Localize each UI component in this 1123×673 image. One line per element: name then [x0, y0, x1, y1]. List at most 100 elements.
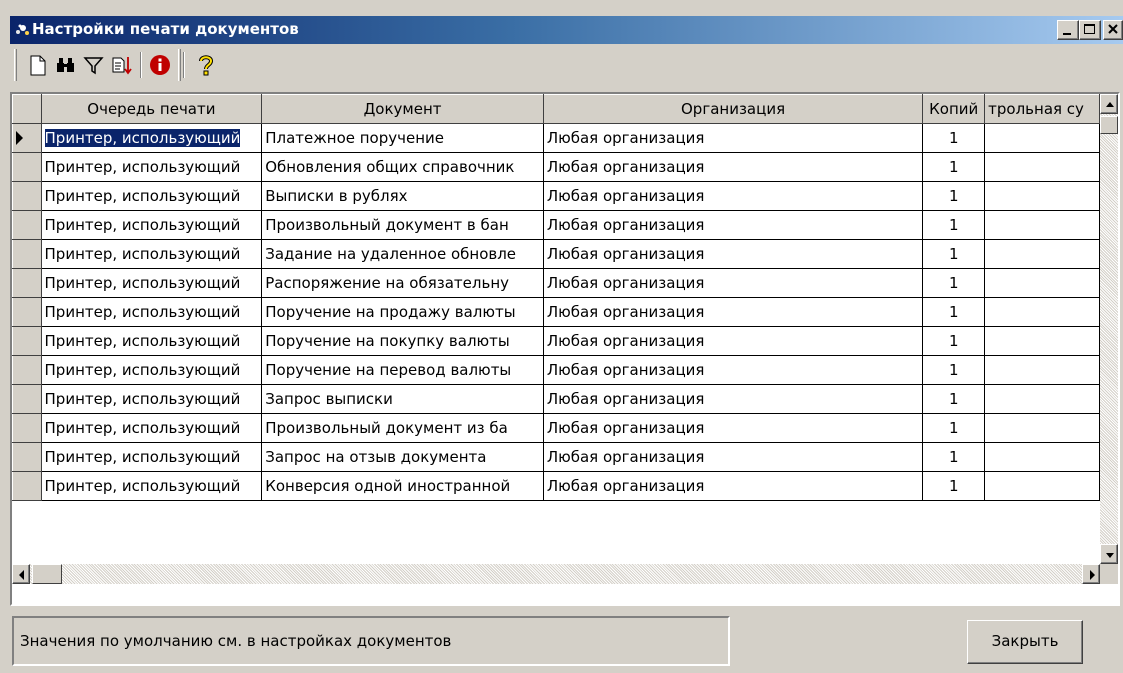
table-row[interactable]: Принтер, использующий Запрос выписки Любая…: [12, 384, 1100, 414]
cell-document[interactable]: Распоряжение на обязательну: [261, 268, 544, 298]
cell-print-queue[interactable]: Принтер, использующий: [41, 413, 263, 443]
help-button[interactable]: [194, 52, 218, 78]
table-row[interactable]: Принтер, использующий Конверсия одной ино…: [12, 471, 1100, 501]
table-row[interactable]: Принтер, использующий Поручение на перево…: [12, 355, 1100, 385]
row-indicator[interactable]: [12, 210, 42, 240]
cell-copies[interactable]: 1: [922, 442, 986, 472]
cell-copies[interactable]: 1: [922, 471, 986, 501]
scroll-right-button[interactable]: [1082, 564, 1100, 584]
row-indicator[interactable]: [12, 181, 42, 211]
cell-print-queue[interactable]: Принтер, использующий: [41, 239, 263, 269]
sort-button[interactable]: [110, 52, 134, 78]
cell-copies[interactable]: 1: [922, 210, 986, 240]
cell-document[interactable]: Выписки в рублях: [261, 181, 544, 211]
row-indicator[interactable]: [12, 239, 42, 269]
vertical-scrollbar[interactable]: [1100, 94, 1118, 564]
cell-copies[interactable]: 1: [922, 152, 986, 182]
cell-organization[interactable]: Любая организация: [543, 152, 924, 182]
cell-print-queue[interactable]: Принтер, использующий: [41, 210, 263, 240]
cell-copies[interactable]: 1: [922, 384, 986, 414]
cell-organization[interactable]: Любая организация: [543, 181, 924, 211]
cell-checksum[interactable]: [984, 297, 1100, 327]
cell-checksum[interactable]: [984, 355, 1100, 385]
table-row[interactable]: Принтер, использующий Поручение на покупк…: [12, 326, 1100, 356]
toolbar-grip-2[interactable]: [178, 49, 181, 81]
cell-checksum[interactable]: [984, 181, 1100, 211]
scroll-down-button[interactable]: [1100, 544, 1118, 564]
info-button[interactable]: [148, 52, 172, 78]
cell-copies[interactable]: 1: [922, 123, 986, 153]
cell-checksum[interactable]: [984, 471, 1100, 501]
cell-organization[interactable]: Любая организация: [543, 297, 924, 327]
cell-checksum[interactable]: [984, 268, 1100, 298]
cell-checksum[interactable]: [984, 384, 1100, 414]
cell-organization[interactable]: Любая организация: [543, 442, 924, 472]
cell-document[interactable]: Поручение на перевод валюты: [261, 355, 544, 385]
cell-organization[interactable]: Любая организация: [543, 471, 924, 501]
cell-print-queue[interactable]: Принтер, использующий: [41, 268, 263, 298]
cell-print-queue[interactable]: Принтер, использующий: [41, 123, 263, 153]
cell-print-queue[interactable]: Принтер, использующий: [41, 355, 263, 385]
table-row[interactable]: Принтер, использующий Произвольный докуме…: [12, 210, 1100, 240]
cell-organization[interactable]: Любая организация: [543, 326, 924, 356]
cell-document[interactable]: Задание на удаленное обновле: [261, 239, 544, 269]
cell-organization[interactable]: Любая организация: [543, 239, 924, 269]
cell-document[interactable]: Запрос на отзыв документа: [261, 442, 544, 472]
row-indicator[interactable]: [12, 384, 42, 414]
table-row[interactable]: Принтер, использующий Задание на удаленно…: [12, 239, 1100, 269]
close-button[interactable]: Закрыть: [967, 620, 1083, 664]
row-indicator[interactable]: [12, 413, 42, 443]
cell-document[interactable]: Произвольный документ из ба: [261, 413, 544, 443]
horizontal-scrollbar[interactable]: [12, 564, 1100, 584]
cell-organization[interactable]: Любая организация: [543, 413, 924, 443]
row-indicator[interactable]: [12, 297, 42, 327]
cell-print-queue[interactable]: Принтер, использующий: [41, 326, 263, 356]
cell-copies[interactable]: 1: [922, 181, 986, 211]
cell-print-queue[interactable]: Принтер, использующий: [41, 384, 263, 414]
cell-checksum[interactable]: [984, 152, 1100, 182]
maximize-button[interactable]: [1079, 20, 1101, 40]
cell-copies[interactable]: 1: [922, 413, 986, 443]
column-header-checksum[interactable]: трольная су: [984, 94, 1100, 124]
table-row[interactable]: Принтер, использующий Поручение на продаж…: [12, 297, 1100, 327]
column-header-copies[interactable]: Копий: [922, 94, 986, 124]
cell-checksum[interactable]: [984, 239, 1100, 269]
cell-print-queue[interactable]: Принтер, использующий: [41, 297, 263, 327]
cell-copies[interactable]: 1: [922, 326, 986, 356]
new-document-button[interactable]: [26, 52, 50, 78]
row-indicator[interactable]: [12, 442, 42, 472]
table-row[interactable]: Принтер, использующий Платежное поручение…: [12, 123, 1100, 153]
column-header-organization[interactable]: Организация: [542, 94, 924, 124]
filter-button[interactable]: [82, 52, 106, 78]
cell-print-queue[interactable]: Принтер, использующий: [41, 181, 263, 211]
row-indicator[interactable]: [12, 123, 42, 153]
column-header-print-queue[interactable]: Очередь печати: [40, 94, 263, 124]
cell-checksum[interactable]: [984, 413, 1100, 443]
row-indicator[interactable]: [12, 471, 42, 501]
hscroll-thumb[interactable]: [32, 564, 62, 584]
row-indicator[interactable]: [12, 152, 42, 182]
cell-copies[interactable]: 1: [922, 239, 986, 269]
scroll-thumb[interactable]: [1100, 116, 1118, 134]
cell-copies[interactable]: 1: [922, 268, 986, 298]
cell-checksum[interactable]: [984, 210, 1100, 240]
cell-print-queue[interactable]: Принтер, использующий: [41, 471, 263, 501]
cell-copies[interactable]: 1: [922, 297, 986, 327]
minimize-button[interactable]: [1057, 20, 1079, 40]
cell-copies[interactable]: 1: [922, 355, 986, 385]
cell-document[interactable]: Конверсия одной иностранной: [261, 471, 544, 501]
table-row[interactable]: Принтер, использующий Распоряжение на обя…: [12, 268, 1100, 298]
cell-checksum[interactable]: [984, 442, 1100, 472]
cell-document[interactable]: Поручение на продажу валюты: [261, 297, 544, 327]
cell-document[interactable]: Произвольный документ в бан: [261, 210, 544, 240]
close-window-button[interactable]: [1103, 20, 1123, 40]
cell-document[interactable]: Обновления общих справочник: [261, 152, 544, 182]
find-button[interactable]: [54, 52, 78, 78]
scroll-up-button[interactable]: [1100, 94, 1118, 114]
table-row[interactable]: Принтер, использующий Запрос на отзыв док…: [12, 442, 1100, 472]
cell-document[interactable]: Поручение на покупку валюты: [261, 326, 544, 356]
cell-checksum[interactable]: [984, 326, 1100, 356]
cell-organization[interactable]: Любая организация: [543, 210, 924, 240]
toolbar-grip[interactable]: [14, 49, 17, 81]
table-row[interactable]: Принтер, использующий Обновления общих сп…: [12, 152, 1100, 182]
